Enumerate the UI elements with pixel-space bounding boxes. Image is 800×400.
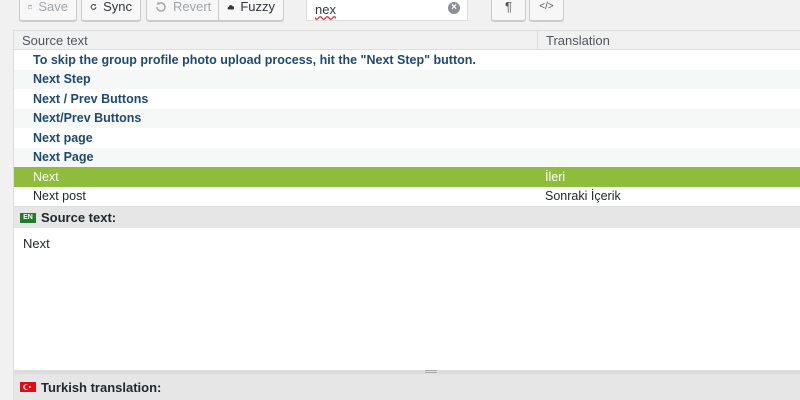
translation-cell: İleri <box>545 169 566 184</box>
code-icon: </> <box>539 1 554 12</box>
undo-icon <box>156 1 166 12</box>
source-panel-title: Source text: <box>41 210 117 225</box>
source-column-header[interactable]: Source text <box>14 31 538 49</box>
strings-table: Source text Translation To skip the grou… <box>13 30 800 206</box>
search-input[interactable]: nex × <box>306 0 468 21</box>
pilcrow-icon: ¶ <box>505 0 512 14</box>
editor-toolbar: Save Sync Revert Fuzzy nex × ¶ </> <box>0 0 800 30</box>
table-row[interactable]: Next Page <box>14 147 800 167</box>
table-row[interactable]: Next post Sonraki İçerik <box>14 186 800 206</box>
source-cell: To skip the group profile photo upload p… <box>33 52 476 67</box>
translation-panel-header: Turkish translation: <box>14 373 800 400</box>
source-cell: Next post <box>33 189 86 204</box>
table-row[interactable]: Next Step <box>14 69 800 89</box>
source-text-content: Next <box>23 236 50 251</box>
paragraph-toggle-button[interactable]: ¶ <box>491 0 526 21</box>
search-value: nex <box>315 2 336 17</box>
clear-search-icon[interactable]: × <box>448 2 460 14</box>
table-row[interactable]: Next page <box>14 128 800 148</box>
refresh-icon <box>90 3 97 10</box>
table-row[interactable]: Next/Prev Buttons <box>14 108 800 128</box>
source-cell: Next Step <box>33 72 91 87</box>
selected-table-row[interactable]: Next İleri <box>14 167 800 187</box>
revert-button[interactable]: Revert <box>146 0 224 21</box>
source-cell: Next Page <box>33 150 94 165</box>
sync-button[interactable]: Sync <box>81 0 141 21</box>
save-label: Save <box>38 0 68 14</box>
save-button[interactable]: Save <box>19 0 77 21</box>
translation-panel: Turkish translation: <box>13 373 800 400</box>
cloud-icon <box>227 4 235 9</box>
source-cell: Next <box>33 169 59 184</box>
translation-cell: Sonraki İçerik <box>545 189 621 204</box>
code-view-button[interactable]: </> <box>529 0 564 21</box>
translation-column-header[interactable]: Translation <box>538 31 800 49</box>
fuzzy-button[interactable]: Fuzzy <box>218 0 284 21</box>
revert-label: Revert <box>173 0 212 14</box>
source-text-panel: EN Source text: Next <box>13 206 800 372</box>
translation-panel-title: Turkish translation: <box>41 379 162 395</box>
source-cell: Next page <box>33 130 93 145</box>
turkey-flag-icon <box>20 382 36 392</box>
source-cell: Next / Prev Buttons <box>33 91 149 106</box>
en-flag-icon: EN <box>20 212 36 223</box>
source-panel-header: EN Source text: <box>14 206 800 228</box>
source-cell: Next/Prev Buttons <box>33 111 142 126</box>
fuzzy-label: Fuzzy <box>240 0 275 14</box>
table-row[interactable]: Next / Prev Buttons <box>14 89 800 109</box>
sync-label: Sync <box>103 0 132 14</box>
floppy-disk-icon <box>28 4 33 9</box>
table-row[interactable]: To skip the group profile photo upload p… <box>14 50 800 70</box>
table-header: Source text Translation <box>14 30 800 50</box>
